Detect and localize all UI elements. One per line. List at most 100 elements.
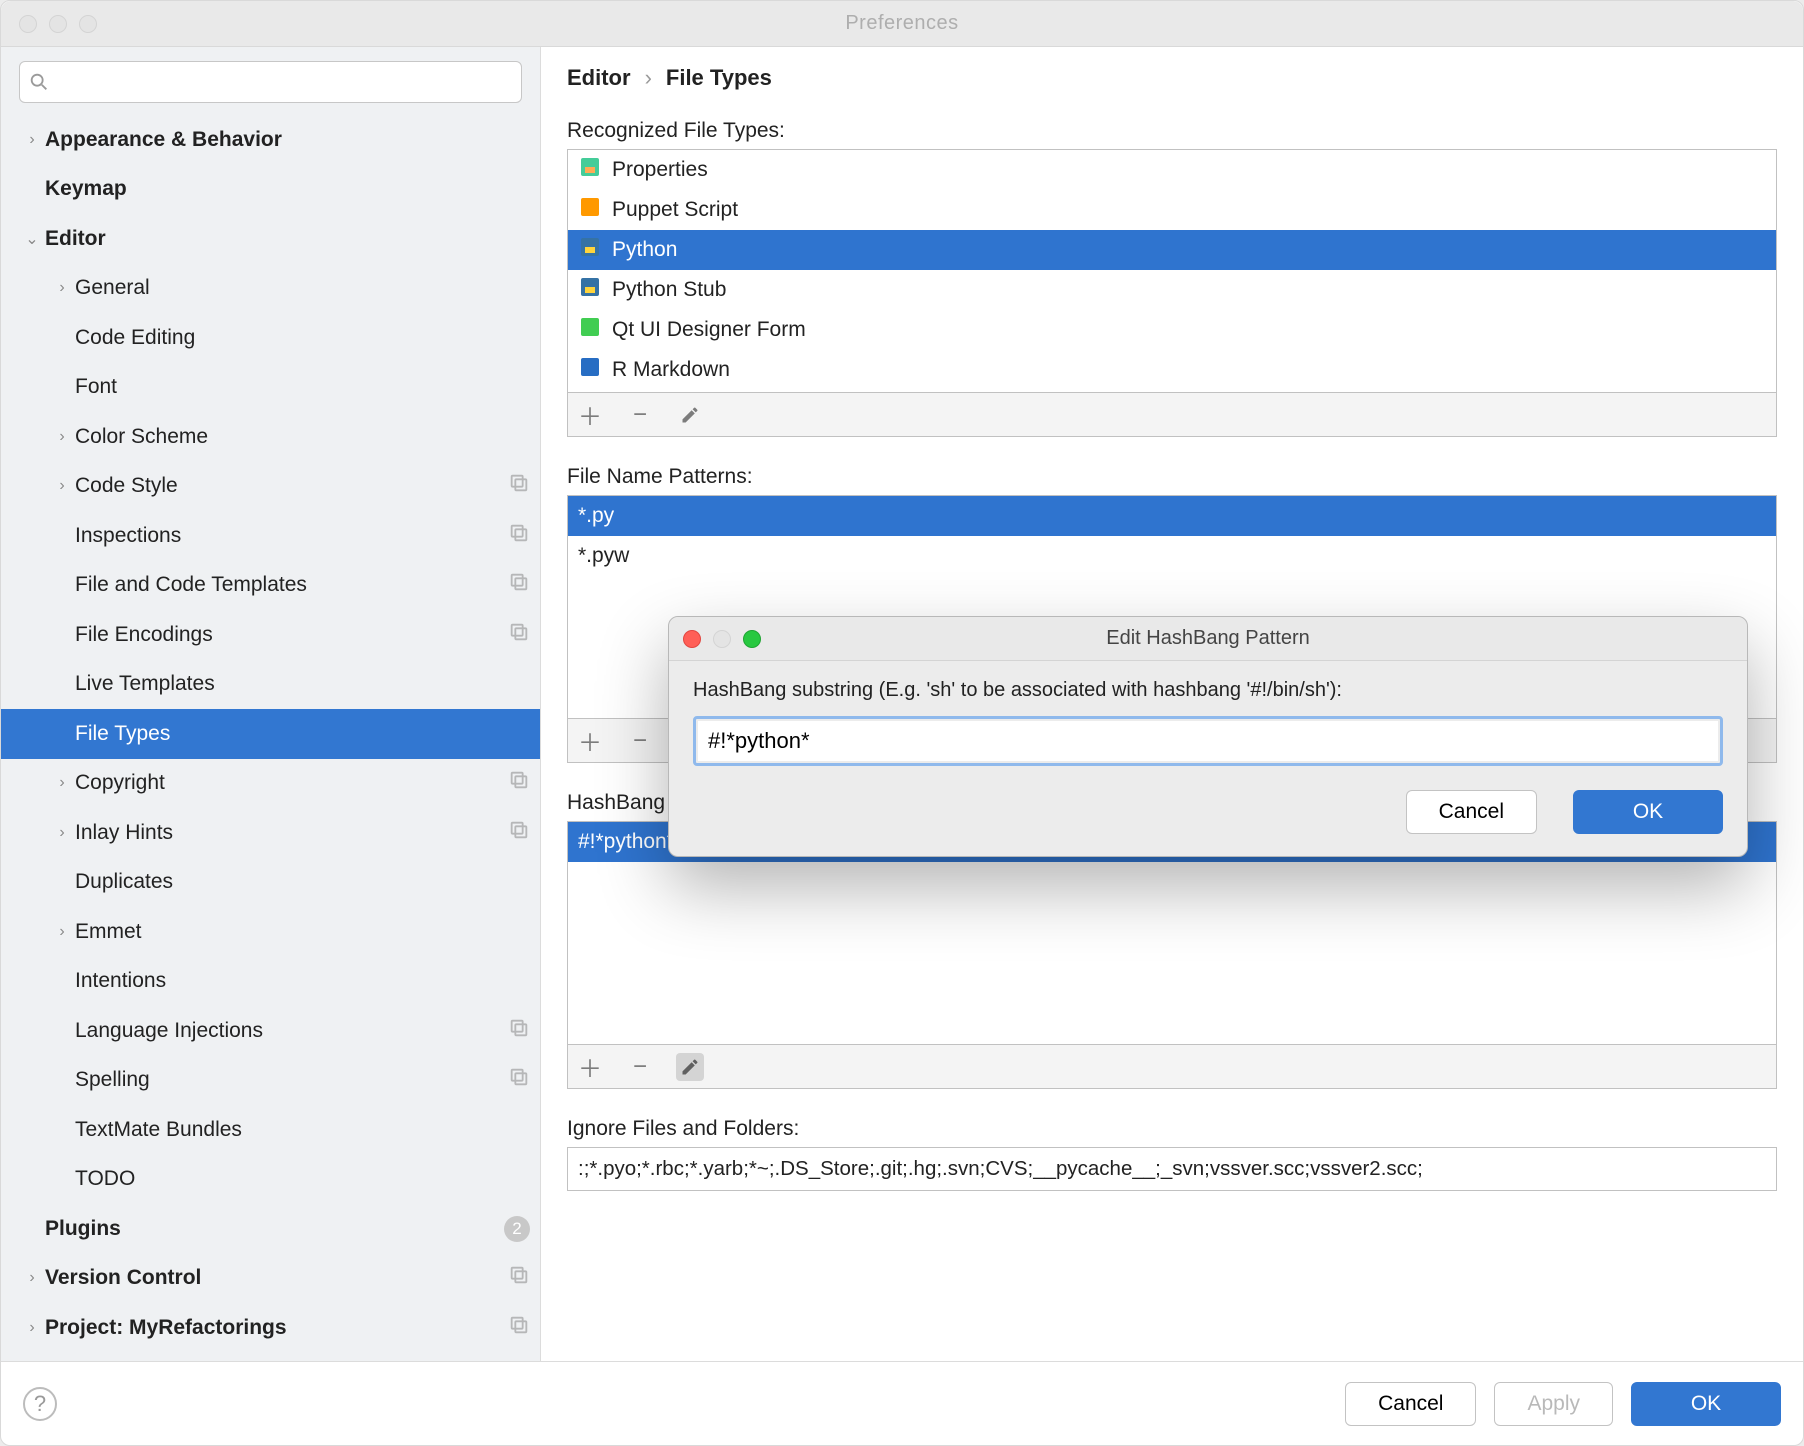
sidebar-item-general[interactable]: ›General (1, 264, 540, 314)
search-input[interactable] (19, 61, 522, 103)
ok-button[interactable]: OK (1631, 1382, 1781, 1426)
sidebar-item-todo[interactable]: TODO (1, 1155, 540, 1205)
sidebar-item-duplicates[interactable]: Duplicates (1, 858, 540, 908)
add-button[interactable]: ＋ (576, 401, 604, 429)
sidebar-item-label: Code Style (75, 474, 508, 498)
file-type-item[interactable]: R Markdown (568, 350, 1776, 390)
hashbang-pattern-input[interactable] (698, 721, 1718, 761)
sidebar-item-copyright[interactable]: ›Copyright (1, 759, 540, 809)
dialog-titlebar: Edit HashBang Pattern (669, 617, 1747, 661)
sidebar-item-appearance-behavior[interactable]: ›Appearance & Behavior (1, 115, 540, 165)
sidebar-item-project-myrefactorings[interactable]: ›Project: MyRefactorings (1, 1303, 540, 1353)
dialog-title: Edit HashBang Pattern (669, 627, 1747, 650)
dialog-cancel-button[interactable]: Cancel (1406, 790, 1537, 834)
remove-button[interactable]: − (626, 727, 654, 755)
sidebar-item-emmet[interactable]: ›Emmet (1, 907, 540, 957)
add-button[interactable]: ＋ (576, 1053, 604, 1081)
chevron-icon: › (19, 1319, 45, 1337)
sidebar-item-label: Project: MyRefactorings (45, 1316, 508, 1340)
ignore-label: Ignore Files and Folders: (567, 1117, 1777, 1141)
file-type-icon (578, 235, 602, 265)
chevron-icon: › (49, 774, 75, 792)
sidebar-item-build-execution-deployment[interactable]: ›Build, Execution, Deployment (1, 1353, 540, 1362)
dialog-ok-button[interactable]: OK (1573, 790, 1723, 834)
file-type-item[interactable]: Puppet Script (568, 190, 1776, 230)
sidebar-item-label: Live Templates (75, 672, 530, 696)
sidebar-item-label: Keymap (45, 177, 530, 201)
copy-icon (508, 1314, 530, 1342)
file-type-item[interactable]: Python Stub (568, 270, 1776, 310)
file-type-name: Puppet Script (612, 198, 738, 222)
sidebar-item-file-encodings[interactable]: File Encodings (1, 610, 540, 660)
recognized-types-list[interactable]: Properties Puppet Script Python Python Stub… (567, 149, 1777, 393)
file-type-name: Python Stub (612, 278, 726, 302)
recognized-types-toolbar: ＋ − (567, 393, 1777, 437)
breadcrumb-current: File Types (666, 65, 772, 91)
edit-button[interactable] (676, 1053, 704, 1081)
sidebar-item-file-types[interactable]: File Types (1, 709, 540, 759)
remove-button[interactable]: − (626, 401, 654, 429)
file-type-name: Python (612, 238, 677, 262)
help-button[interactable]: ? (23, 1387, 57, 1421)
edit-button[interactable] (676, 401, 704, 429)
search-icon (28, 71, 50, 93)
sidebar-item-label: Copyright (75, 771, 508, 795)
apply-button[interactable]: Apply (1494, 1382, 1613, 1426)
sidebar-item-label: TODO (75, 1167, 530, 1191)
sidebar-item-label: File Types (75, 722, 530, 746)
sidebar-item-plugins[interactable]: Plugins2 (1, 1204, 540, 1254)
sidebar-item-label: Font (75, 375, 530, 399)
sidebar-item-label: Inspections (75, 524, 508, 548)
sidebar-item-editor[interactable]: ⌄Editor (1, 214, 540, 264)
sidebar-item-label: File and Code Templates (75, 573, 508, 597)
pattern-item[interactable]: *.pyw (568, 536, 1776, 576)
chevron-icon: › (49, 477, 75, 495)
copy-icon (508, 769, 530, 797)
sidebar-item-textmate-bundles[interactable]: TextMate Bundles (1, 1105, 540, 1155)
sidebar-item-label: Duplicates (75, 870, 530, 894)
file-type-icon (578, 275, 602, 305)
file-type-name: Properties (612, 158, 708, 182)
breadcrumb-parent[interactable]: Editor (567, 65, 631, 91)
file-type-item[interactable]: Python (568, 230, 1776, 270)
file-type-icon (578, 195, 602, 225)
sidebar-item-font[interactable]: Font (1, 363, 540, 413)
chevron-icon: ⌄ (19, 229, 45, 249)
copy-icon (508, 522, 530, 550)
sidebar-item-keymap[interactable]: Keymap (1, 165, 540, 215)
ignore-input[interactable] (567, 1147, 1777, 1191)
sidebar-item-version-control[interactable]: ›Version Control (1, 1254, 540, 1304)
update-badge: 2 (504, 1216, 530, 1242)
sidebar-item-language-injections[interactable]: Language Injections (1, 1006, 540, 1056)
copy-icon (508, 1017, 530, 1045)
file-type-icon (578, 355, 602, 385)
recognized-types-label: Recognized File Types: (567, 119, 1777, 143)
sidebar-item-file-and-code-templates[interactable]: File and Code Templates (1, 561, 540, 611)
hashbang-substring-label: HashBang substring (E.g. 'sh' to be asso… (693, 679, 1723, 702)
footer: ? Cancel Apply OK (1, 1361, 1803, 1445)
sidebar-item-inspections[interactable]: Inspections (1, 511, 540, 561)
sidebar-item-intentions[interactable]: Intentions (1, 957, 540, 1007)
window-title: Preferences (1, 12, 1803, 35)
file-type-item[interactable]: Properties (568, 150, 1776, 190)
sidebar-item-inlay-hints[interactable]: ›Inlay Hints (1, 808, 540, 858)
file-type-name: R Markdown (612, 358, 730, 382)
copy-icon (508, 571, 530, 599)
file-type-name: Qt UI Designer Form (612, 318, 806, 342)
sidebar-item-spelling[interactable]: Spelling (1, 1056, 540, 1106)
sidebar-item-live-templates[interactable]: Live Templates (1, 660, 540, 710)
settings-tree[interactable]: ›Appearance & BehaviorKeymap⌄Editor›Gene… (1, 111, 540, 1361)
add-button[interactable]: ＋ (576, 727, 604, 755)
sidebar-item-color-scheme[interactable]: ›Color Scheme (1, 412, 540, 462)
sidebar-item-code-style[interactable]: ›Code Style (1, 462, 540, 512)
remove-button[interactable]: − (626, 1053, 654, 1081)
sidebar-item-label: Code Editing (75, 326, 530, 350)
sidebar-item-label: TextMate Bundles (75, 1118, 530, 1142)
breadcrumb: Editor › File Types (567, 65, 1777, 91)
sidebar-item-code-editing[interactable]: Code Editing (1, 313, 540, 363)
sidebar-item-label: Appearance & Behavior (45, 128, 530, 152)
cancel-button[interactable]: Cancel (1345, 1382, 1476, 1426)
pattern-item[interactable]: *.py (568, 496, 1776, 536)
copy-icon (508, 1264, 530, 1292)
file-type-item[interactable]: Qt UI Designer Form (568, 310, 1776, 350)
